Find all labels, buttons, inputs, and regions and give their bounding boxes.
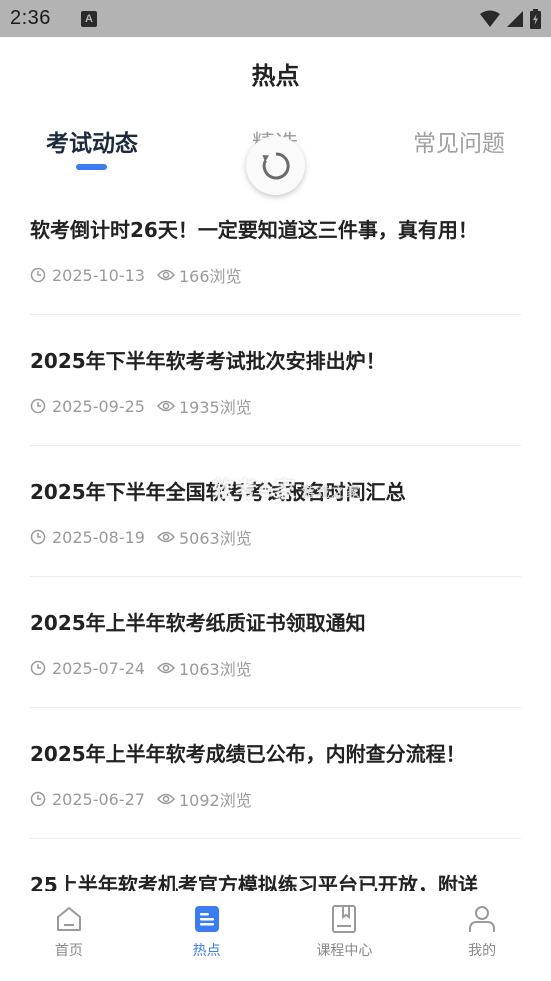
article-date: 2025-09-25: [52, 396, 145, 416]
wifi-icon: [480, 10, 500, 27]
document-icon: [194, 906, 219, 932]
clock-icon: [30, 529, 46, 545]
article-title: 2025年上半年软考纸质证书领取通知: [30, 611, 366, 635]
tab-indicator: [76, 164, 107, 170]
article-title: 2025年下半年软考考试批次安排出炉！: [30, 349, 386, 373]
list-item[interactable]: 2025年下半年全国软考考试报名时间汇总 2025-08-19 5063浏览: [30, 446, 521, 577]
book-icon: [332, 905, 357, 933]
article-date: 2025-06-27: [52, 789, 145, 809]
clock-icon: [30, 267, 46, 283]
article-meta: 2025-10-13 166浏览: [30, 263, 242, 287]
list-item[interactable]: 2025年上半年软考纸质证书领取通知 2025-07-24 1063浏览: [30, 577, 521, 708]
notification-icon: A: [80, 10, 97, 27]
clock-icon: [30, 398, 46, 414]
list-item[interactable]: 25上半年软考机考官方模拟练习平台已开放，附详: [30, 839, 521, 891]
refresh-spinner: [246, 136, 305, 195]
refresh-icon: [262, 151, 290, 179]
article-views: 166浏览: [178, 267, 242, 286]
article-title: 软考倒计时26天！一定要知道这三件事，真有用！: [30, 218, 478, 242]
bottom-nav: 首页 热点 课程中心 我的: [0, 891, 551, 981]
list-item[interactable]: 2025年上半年软考成绩已公布，内附查分流程！ 2025-06-27 1092浏…: [30, 708, 521, 839]
article-views: 1092浏览: [178, 791, 252, 810]
status-bar: 2:36 A: [0, 0, 551, 37]
tab-exam-news[interactable]: 考试动态: [46, 124, 138, 158]
user-icon: [469, 906, 496, 932]
watermark-text: 软考e家: [212, 478, 297, 503]
signal-icon: [507, 10, 523, 27]
list-item[interactable]: 软考倒计时26天！一定要知道这三件事，真有用！ 2025-10-13 166浏览: [30, 184, 521, 315]
article-date: 2025-10-13: [52, 265, 145, 285]
nav-courses[interactable]: 课程中心: [276, 891, 414, 981]
eye-icon: [156, 400, 175, 412]
article-views: 1063浏览: [178, 660, 252, 679]
article-views: 1935浏览: [178, 398, 252, 417]
nav-label: 我的: [468, 943, 497, 959]
nav-label: 首页: [54, 943, 83, 959]
nav-profile[interactable]: 我的: [413, 891, 551, 981]
app-header: 热点: [0, 37, 551, 109]
clock-icon: [30, 660, 46, 676]
watermark-sub: 游戏之家: [300, 485, 361, 501]
article-title: 25上半年软考机考官方模拟练习平台已开放，附详: [30, 873, 478, 891]
nav-home[interactable]: 首页: [0, 891, 138, 981]
article-meta: 2025-08-19 5063浏览: [30, 525, 252, 549]
status-time: 2:36: [10, 7, 51, 29]
home-icon: [56, 907, 81, 931]
article-title: 2025年上半年软考成绩已公布，内附查分流程！: [30, 742, 466, 766]
article-views: 5063浏览: [178, 529, 252, 548]
eye-icon: [156, 662, 175, 674]
eye-icon: [156, 269, 175, 281]
article-date: 2025-08-19: [52, 527, 145, 547]
article-meta: 2025-09-25 1935浏览: [30, 394, 252, 418]
nav-label: 课程中心: [316, 943, 373, 959]
page-title: 热点: [251, 61, 300, 90]
article-meta: 2025-07-24 1063浏览: [30, 656, 252, 680]
article-meta: 2025-06-27 1092浏览: [30, 787, 252, 811]
list-item[interactable]: 2025年下半年软考考试批次安排出炉！ 2025-09-25 1935浏览: [30, 315, 521, 446]
nav-label: 热点: [192, 943, 221, 959]
article-list: 软考倒计时26天！一定要知道这三件事，真有用！ 2025-10-13 166浏览…: [0, 184, 551, 891]
article-date: 2025-07-24: [52, 658, 145, 678]
status-icons: [480, 8, 541, 29]
nav-hot[interactable]: 热点: [138, 891, 276, 981]
eye-icon: [156, 793, 175, 805]
tab-faq[interactable]: 常见问题: [413, 124, 505, 158]
battery-icon: [530, 8, 541, 29]
eye-icon: [156, 531, 175, 543]
watermark: 软考e家 游戏之家: [212, 472, 361, 504]
clock-icon: [30, 791, 46, 807]
